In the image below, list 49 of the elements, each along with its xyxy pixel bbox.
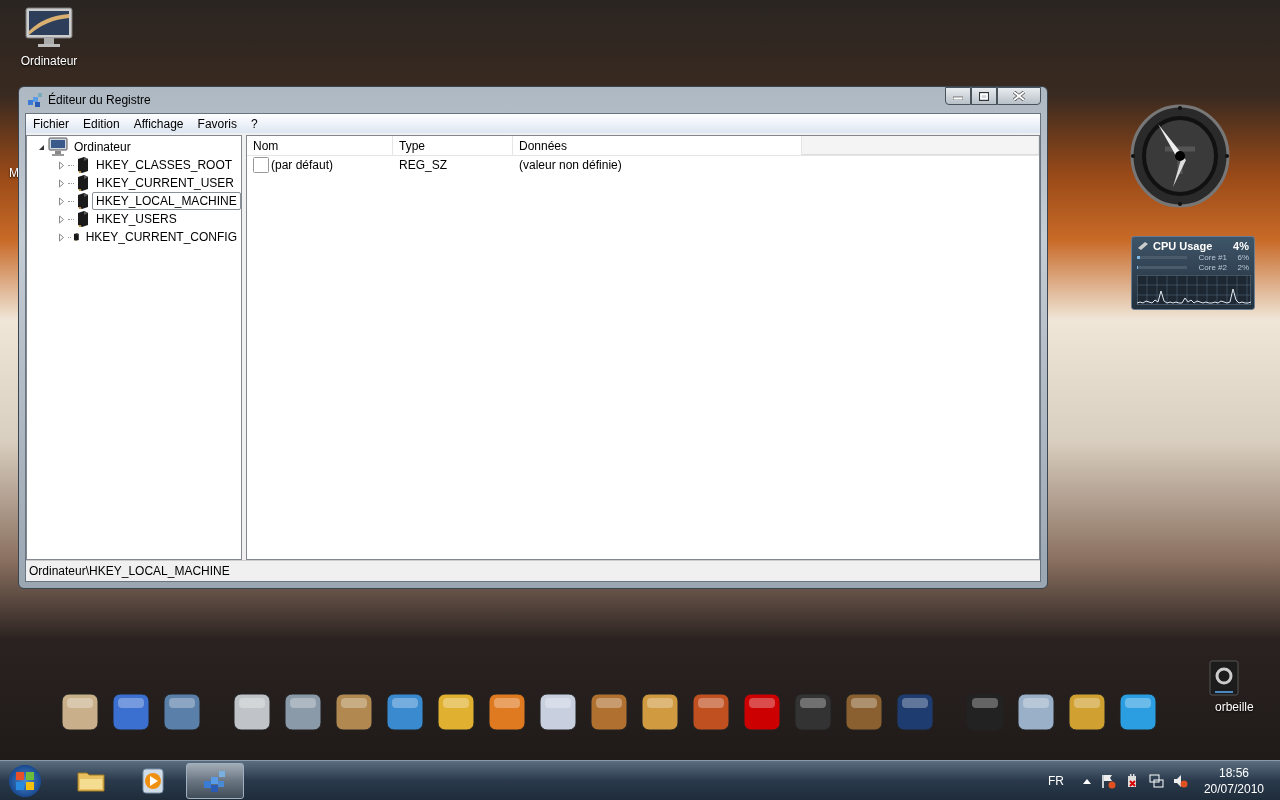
language-indicator[interactable]: FR	[1047, 773, 1064, 788]
desktop-icon-label[interactable]: M	[9, 166, 19, 180]
close-icon	[1012, 91, 1026, 101]
flag-icon[interactable]	[1099, 772, 1116, 789]
menu-item[interactable]: ?	[243, 116, 265, 131]
chip-icon	[1137, 241, 1149, 251]
tree-item[interactable]: HKEY_CURRENT_CONFIG	[81, 228, 241, 246]
collapsed-arrow-icon[interactable]	[57, 160, 66, 170]
table-cell-text: (valeur non définie)	[518, 158, 623, 172]
close-button[interactable]	[997, 87, 1041, 105]
menu-item[interactable]: Favoris	[190, 116, 244, 131]
cpu-total-reading: 4%	[1233, 240, 1249, 252]
registry-icon	[27, 92, 43, 108]
folder-icon	[76, 174, 90, 192]
collapsed-arrow-icon[interactable]	[57, 178, 66, 188]
menu-item[interactable]: Fichier	[26, 116, 76, 131]
menu-item[interactable]: Edition	[76, 116, 127, 131]
tree-item[interactable]: HKEY_LOCAL_MACHINE	[92, 192, 241, 210]
tree-item[interactable]: HKEY_CURRENT_USER	[92, 174, 239, 192]
tree-item[interactable]: HKEY_CLASSES_ROOT	[92, 156, 237, 174]
status-bar: Ordinateur\HKEY_LOCAL_MACHINE	[26, 560, 1040, 581]
column-header[interactable]: Type	[393, 136, 513, 155]
maximize-button[interactable]	[971, 87, 997, 105]
core-reading: 2%	[1236, 263, 1249, 272]
clock-date[interactable]: 20/07/2010	[1203, 780, 1264, 797]
collapsed-arrow-icon[interactable]	[57, 196, 66, 206]
window-title: Éditeur du Registre	[48, 93, 151, 107]
maximize-icon	[979, 91, 989, 101]
column-header[interactable]: Nom	[247, 136, 393, 155]
collapsed-arrow-icon[interactable]	[57, 214, 66, 224]
network-icon[interactable]	[1147, 772, 1164, 789]
gadget-title: CPU Usage	[1153, 240, 1213, 252]
menu-item[interactable]: Affichage	[126, 116, 191, 131]
clock-time[interactable]: 18:56	[1218, 764, 1249, 781]
computer-icon[interactable]	[24, 6, 74, 50]
core-label: Core #2	[1198, 263, 1227, 272]
windows-logo-icon	[14, 769, 36, 792]
folder-icon	[76, 156, 90, 174]
collapsed-arrow-icon[interactable]	[57, 232, 66, 242]
core-reading: 6%	[1236, 253, 1249, 262]
folder-icon	[76, 192, 90, 210]
core-label: Core #1	[1198, 253, 1227, 262]
tree-item[interactable]: Ordinateur	[70, 138, 135, 156]
table-cell: (par défaut)	[271, 158, 334, 172]
minimize-button[interactable]	[945, 87, 971, 105]
tree-item[interactable]: HKEY_USERS	[92, 210, 181, 228]
table-cell-text: REG_SZ	[398, 158, 448, 172]
desktop-icon-label[interactable]: Ordinateur	[20, 54, 78, 68]
desktop-icon-label[interactable]: orbeille	[1215, 700, 1254, 714]
